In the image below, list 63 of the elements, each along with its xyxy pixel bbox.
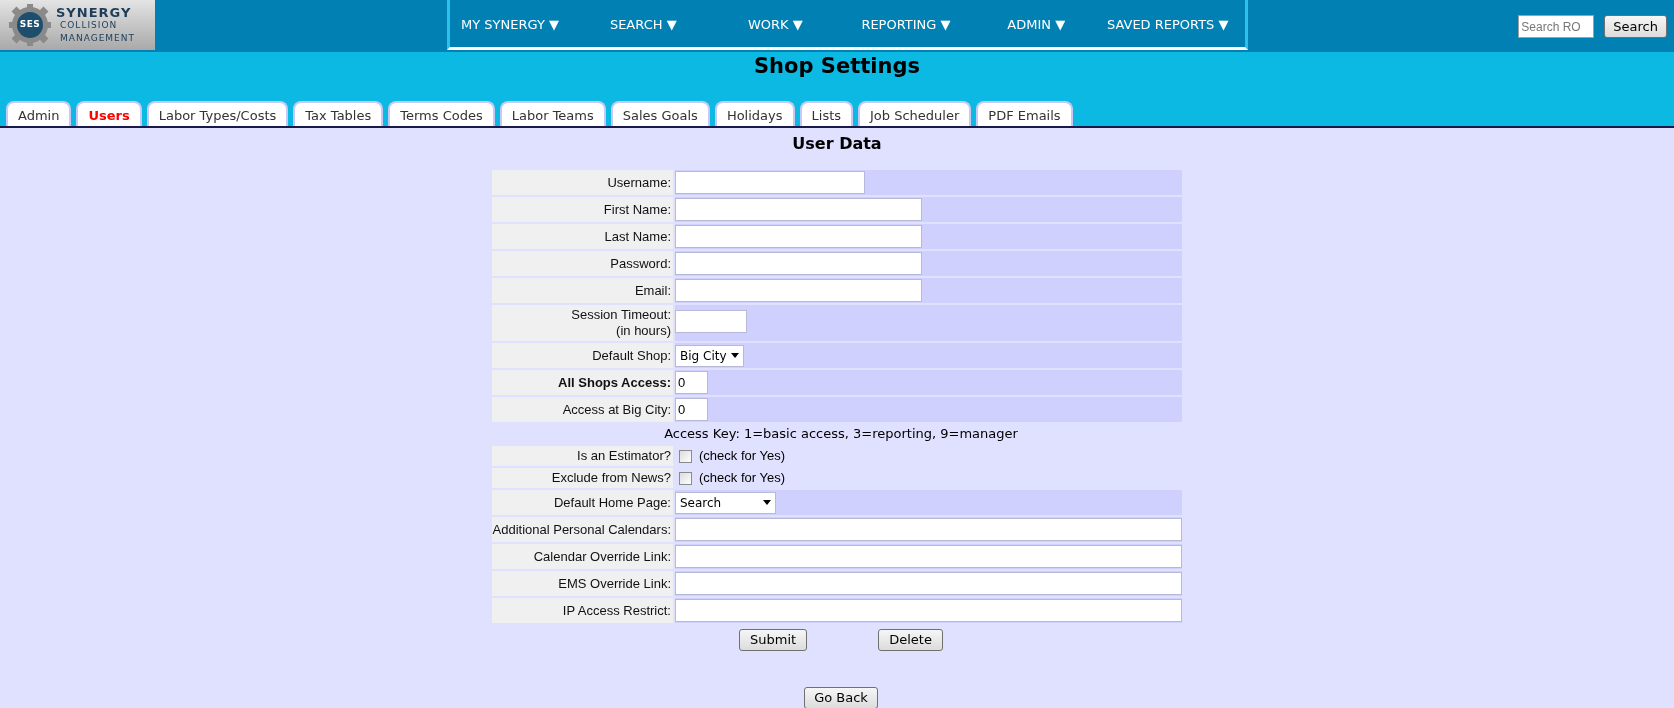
caret-icon xyxy=(763,500,771,505)
caret-icon xyxy=(731,353,739,358)
nav-menu-item[interactable]: SEARCH ▼ xyxy=(609,16,677,32)
input-field[interactable] xyxy=(675,198,922,221)
nav-menu-item[interactable]: MY SYNERGY ▼ xyxy=(461,16,559,32)
access-key-note: Access Key: 1=basic access, 3=reporting, 9=manager xyxy=(663,425,1019,443)
field-label: (in hours) xyxy=(616,323,671,339)
tab[interactable]: Admin xyxy=(6,101,72,126)
field-label: EMS Override Link: xyxy=(558,574,671,593)
field-label: Email: xyxy=(634,281,671,300)
input-field[interactable] xyxy=(675,518,1182,541)
tab[interactable]: Job Scheduler xyxy=(858,101,972,126)
field-label: Is an Estimator? xyxy=(577,447,671,466)
dropdown[interactable]: Big City xyxy=(675,344,744,367)
field-label: Password: xyxy=(610,254,671,273)
tab[interactable]: Lists xyxy=(799,101,854,126)
input-field[interactable] xyxy=(675,171,865,194)
field-label: Default Home Page: xyxy=(553,493,671,512)
search-field[interactable]: Search RO xyxy=(1518,15,1595,38)
field-label: Session Timeout: xyxy=(571,307,671,323)
tab[interactable]: Tax Tables xyxy=(293,101,384,126)
field-label: Default Shop: xyxy=(592,346,671,365)
nav-menu-item[interactable]: WORK ▼ xyxy=(747,16,803,32)
field-label: Exclude from News? xyxy=(551,469,671,488)
tab[interactable]: Users xyxy=(76,101,142,126)
tab[interactable]: Labor Types/Costs xyxy=(146,101,289,126)
page-title: Shop Settings xyxy=(753,54,921,80)
nav-menu-item[interactable]: REPORTING ▼ xyxy=(861,16,951,32)
dropdown[interactable]: Search xyxy=(675,491,776,514)
field-label: First Name: xyxy=(603,200,671,219)
checkbox[interactable] xyxy=(679,471,692,485)
input-field[interactable]: 0 xyxy=(675,398,708,421)
tab[interactable]: Holidays xyxy=(714,101,795,126)
nav-menu-item[interactable]: SAVED REPORTS ▼ xyxy=(1106,16,1229,32)
logo[interactable]: SES SYNERGY COLLISION MANAGEMENT xyxy=(0,0,155,50)
tab[interactable]: Terms Codes xyxy=(388,101,495,126)
input-field[interactable]: 0 xyxy=(675,371,708,394)
submit-button[interactable]: Submit xyxy=(739,629,808,651)
input-field[interactable] xyxy=(675,545,1182,568)
input-field[interactable] xyxy=(675,252,922,275)
section-title: User Data xyxy=(791,133,883,155)
delete-button[interactable]: Delete xyxy=(878,629,943,651)
checkbox-label: (check for Yes) xyxy=(699,447,785,466)
input-field[interactable] xyxy=(675,279,922,302)
field-label: All Shops Access: xyxy=(558,373,671,392)
field-label: Calendar Override Link: xyxy=(533,547,671,566)
input-field[interactable] xyxy=(675,599,1182,622)
tab[interactable]: PDF Emails xyxy=(976,101,1073,126)
field-label: IP Access Restrict: xyxy=(562,601,671,620)
field-label: Last Name: xyxy=(604,227,671,246)
checkbox-label: (check for Yes) xyxy=(699,469,785,488)
input-field[interactable] xyxy=(675,572,1182,595)
go-back-button[interactable]: Go Back xyxy=(804,687,878,708)
checkbox[interactable] xyxy=(679,449,692,463)
field-label: Additional Personal Calendars: xyxy=(492,520,671,539)
search-button[interactable]: Search xyxy=(1604,15,1667,38)
tab[interactable]: Sales Goals xyxy=(610,101,710,126)
tab[interactable]: Labor Teams xyxy=(499,101,606,126)
field-label: Username: xyxy=(607,173,671,192)
input-field[interactable] xyxy=(675,225,922,248)
nav-menu-item[interactable]: ADMIN ▼ xyxy=(1007,16,1066,32)
field-label: Access at Big City: xyxy=(562,400,671,419)
input-field[interactable] xyxy=(675,310,747,333)
